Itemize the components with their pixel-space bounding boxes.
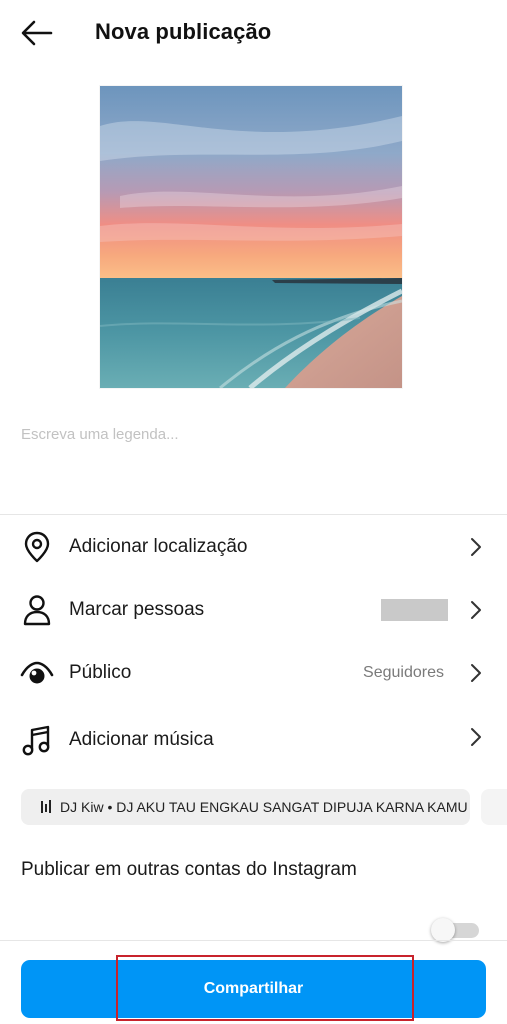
tag-people-row[interactable]: Marcar pessoas (0, 582, 507, 638)
tag-people-label: Marcar pessoas (69, 599, 205, 620)
music-suggestion-text: DJ Kiw • DJ AKU TAU ENGKAU SANGAT DIPUJA… (60, 799, 468, 815)
back-button[interactable] (18, 16, 58, 50)
page-title: Nova publicação (95, 19, 272, 44)
next-music-chip[interactable] (481, 789, 507, 825)
chevron-right-icon (471, 728, 481, 746)
add-location-label: Adicionar localização (69, 536, 248, 557)
footer-divider (0, 940, 507, 941)
post-image-preview[interactable] (100, 86, 402, 388)
audience-row[interactable]: Público Seguidores (0, 645, 507, 701)
music-note-icon (22, 725, 50, 756)
music-suggestion-chip[interactable]: DJ Kiw • DJ AKU TAU ENGKAU SANGAT DIPUJA… (21, 789, 470, 825)
location-pin-icon (24, 531, 50, 563)
audience-value: Seguidores (363, 664, 444, 681)
toggle-knob (431, 918, 455, 942)
chevron-right-icon (471, 601, 481, 619)
top-bar: Nova publicação (0, 0, 507, 66)
eye-icon (20, 661, 54, 684)
tagged-people-placeholder (381, 599, 448, 621)
share-other-accounts-label: Publicar em outras contas do Instagram (21, 859, 357, 880)
chevron-right-icon (471, 664, 481, 682)
share-other-accounts-toggle[interactable] (431, 918, 479, 942)
chevron-right-icon (471, 538, 481, 556)
person-icon (23, 595, 51, 626)
share-button[interactable]: Compartilhar (21, 960, 486, 1018)
audience-label: Público (69, 662, 132, 683)
audio-bars-icon (41, 800, 51, 813)
divider (0, 514, 507, 515)
caption-input[interactable] (21, 416, 487, 496)
add-music-row[interactable]: Adicionar música (0, 712, 507, 768)
add-location-row[interactable]: Adicionar localização (0, 519, 507, 575)
arrow-left-icon (21, 20, 53, 46)
share-button-label: Compartilhar (203, 980, 304, 997)
add-music-label: Adicionar música (69, 729, 214, 750)
